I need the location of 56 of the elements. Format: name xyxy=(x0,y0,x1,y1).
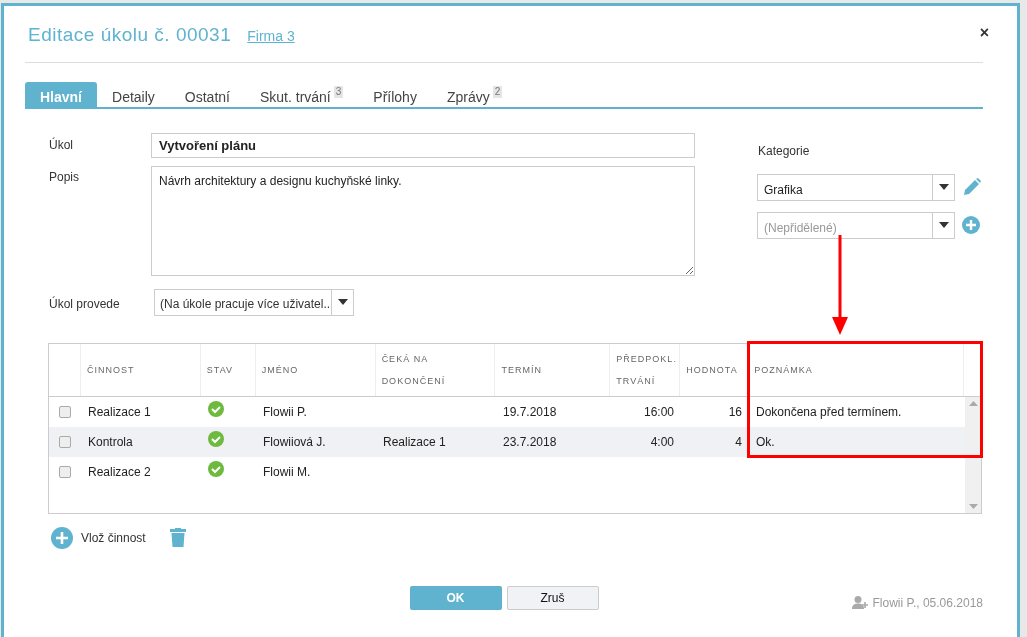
add-activity-button[interactable]: Vlož činnost xyxy=(51,526,146,549)
table-cell-text: Flowii M. xyxy=(262,463,312,481)
pencil-icon[interactable] xyxy=(962,177,982,197)
table-cell-text: 16:00 xyxy=(642,403,675,421)
scroll-up-icon[interactable] xyxy=(968,400,978,406)
add-user-icon xyxy=(852,596,869,609)
trash-icon[interactable] xyxy=(169,528,186,547)
table-cell-text: Flowii P. xyxy=(262,403,308,421)
task-input[interactable]: Vytvoření plánu xyxy=(151,132,695,158)
column-header: TERMÍN xyxy=(495,343,611,396)
row-checkbox[interactable] xyxy=(59,465,71,478)
table-cell-text: Flowiiová J. xyxy=(262,433,327,451)
table-cell-text: 4 xyxy=(734,433,743,451)
column-header: STAV xyxy=(200,343,256,396)
tab[interactable]: Detaily xyxy=(97,81,170,107)
cancel-button[interactable]: Zruš xyxy=(506,585,599,610)
field-label: Popis xyxy=(49,168,81,186)
count-badge: 2 xyxy=(492,85,503,98)
table-cell-text: Kontrola xyxy=(87,433,134,451)
caret-icon xyxy=(938,222,949,228)
table-cell-text: Ok. xyxy=(755,433,776,451)
table-cell-text: 16 xyxy=(727,403,743,421)
table-cell-text: 23.7.2018 xyxy=(502,433,558,451)
category-select[interactable]: Grafika xyxy=(757,173,955,201)
table-cell-text: 4:00 xyxy=(649,433,675,451)
column-header: ČEKÁ NA DOKONČENÍ xyxy=(375,343,496,396)
assignee-select[interactable]: (Na úkole pracuje více uživatel... xyxy=(154,288,354,316)
tab[interactable]: Ostatní xyxy=(169,81,245,107)
row-checkbox[interactable] xyxy=(59,435,71,448)
column-header: PŘEDPOKL. TRVÁNÍ xyxy=(610,343,681,396)
tab[interactable]: Přílohy xyxy=(358,81,432,107)
tab[interactable]: Zprávy 2 xyxy=(431,81,518,107)
dialog-title: Editace úkolu č. 00031 xyxy=(27,23,232,47)
created-info: Flowii P., 05.06.2018 xyxy=(872,594,983,612)
count-badge: 3 xyxy=(333,85,344,98)
table-cell-text: Dokončena před termínem. xyxy=(755,403,903,421)
description-textarea[interactable]: Návrh architektury a designu kuchyňské linky. xyxy=(151,165,695,276)
table-cell-text: 19.7.2018 xyxy=(502,403,558,421)
field-label: Kategorie xyxy=(757,142,811,160)
column-header: ČINNOST xyxy=(80,343,201,396)
table-cell-text: Realizace 1 xyxy=(87,403,152,421)
tab[interactable]: Skut. trvání 3 xyxy=(244,81,359,107)
table-cell-text: Realizace 2 xyxy=(87,463,152,481)
plus-icon xyxy=(51,526,73,549)
field-label: Úkol provede xyxy=(49,295,121,313)
add-icon[interactable] xyxy=(962,216,980,234)
column-header: HODNOTA xyxy=(680,343,749,396)
scrollbar[interactable] xyxy=(965,396,981,513)
column-header: JMÉNO xyxy=(255,343,376,396)
caret-icon xyxy=(337,299,348,305)
table-cell-text: Realizace 1 xyxy=(382,433,447,451)
field-label: Úkol xyxy=(49,136,74,154)
caret-icon xyxy=(938,184,949,190)
row-checkbox[interactable] xyxy=(59,405,71,418)
column-header: POZNÁMKA xyxy=(748,343,964,396)
scroll-down-icon[interactable] xyxy=(968,503,978,509)
